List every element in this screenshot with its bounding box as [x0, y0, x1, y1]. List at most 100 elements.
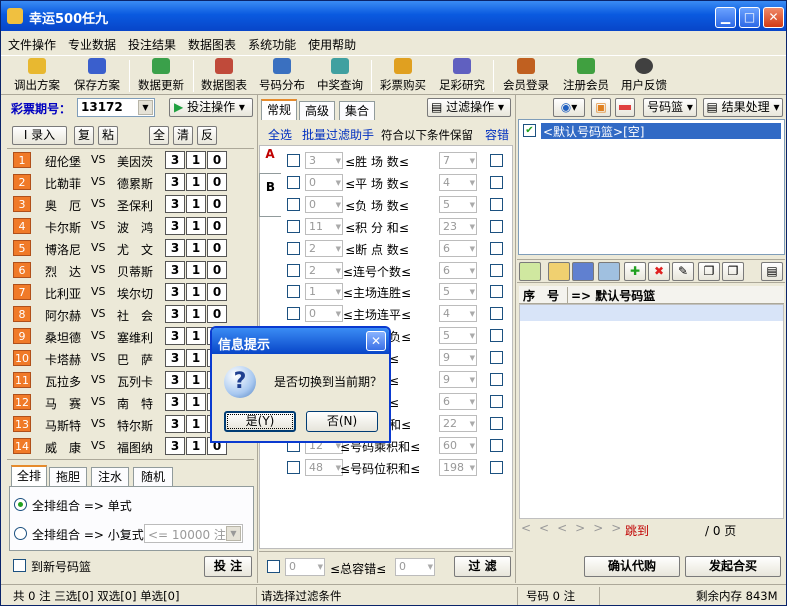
- filter-min-select[interactable]: 2: [305, 239, 343, 257]
- filter-max-select[interactable]: 60: [439, 436, 477, 454]
- fault-checkbox[interactable]: [490, 263, 503, 277]
- menu-help[interactable]: 使用帮助: [301, 32, 361, 53]
- fault-checkbox[interactable]: [490, 373, 503, 386]
- fault-checkbox[interactable]: [490, 285, 503, 299]
- radio-single[interactable]: [14, 498, 27, 511]
- paste-button[interactable]: 粘: [98, 126, 118, 145]
- filter-max-select[interactable]: 9: [439, 349, 477, 367]
- to-new-basket-checkbox[interactable]: [13, 559, 26, 572]
- small-multi-select[interactable]: <= 10000 注 ▼: [144, 524, 243, 543]
- filter-checkbox[interactable]: [287, 241, 300, 255]
- filter-min-select[interactable]: 1: [305, 283, 343, 301]
- bet-operation-button[interactable]: ▶ 投注操作 ▾: [169, 98, 253, 117]
- confirm-purchase-button[interactable]: 确认代购: [584, 556, 680, 577]
- invert-button[interactable]: 反: [197, 126, 217, 145]
- open-basket-button[interactable]: [548, 262, 570, 281]
- filter-checkbox[interactable]: [287, 285, 300, 299]
- choice-win[interactable]: 3: [165, 283, 185, 301]
- basket-icon-button[interactable]: ◉▾: [553, 98, 585, 117]
- choice-draw[interactable]: 1: [186, 195, 206, 213]
- add-button[interactable]: ✚: [624, 262, 646, 281]
- refresh-basket-button[interactable]: [598, 262, 620, 281]
- menu-results[interactable]: 投注结果: [121, 32, 181, 53]
- load-plan-button[interactable]: 调出方案: [9, 58, 65, 93]
- fault-checkbox[interactable]: [490, 219, 503, 233]
- filter-min-select[interactable]: 11: [305, 217, 343, 235]
- clear-button[interactable]: 清: [173, 126, 193, 145]
- choice-loss[interactable]: 0: [207, 195, 227, 213]
- choice-win[interactable]: 3: [165, 327, 185, 345]
- choice-loss[interactable]: 0: [207, 283, 227, 301]
- view-list-button[interactable]: ▤: [761, 262, 783, 281]
- tab-water[interactable]: 注水: [91, 467, 129, 486]
- filter-max-select[interactable]: 4: [439, 305, 477, 323]
- choice-win[interactable]: 3: [165, 305, 185, 323]
- new-basket-button[interactable]: ▣: [591, 98, 611, 117]
- filter-min-select[interactable]: 3: [305, 152, 343, 169]
- filter-max-select[interactable]: 4: [439, 173, 477, 191]
- fault-checkbox[interactable]: [490, 438, 503, 452]
- maximize-button[interactable]: □: [739, 7, 760, 28]
- fault-checkbox[interactable]: [490, 307, 503, 321]
- side-tab-a[interactable]: A: [259, 147, 281, 169]
- copy-button[interactable]: 复: [74, 126, 94, 145]
- filter-max-select[interactable]: 6: [439, 239, 477, 257]
- select-all-link[interactable]: 全选: [268, 126, 292, 143]
- fault-checkbox[interactable]: [490, 460, 503, 474]
- choice-loss[interactable]: 0: [207, 305, 227, 323]
- pager-nav[interactable]: <<<>>>: [521, 521, 629, 535]
- dialog-close-button[interactable]: ✕: [366, 331, 386, 351]
- fault-checkbox[interactable]: [490, 241, 503, 255]
- choice-win[interactable]: 3: [165, 437, 185, 455]
- filter-max-select[interactable]: 5: [439, 283, 477, 301]
- total-fault-checkbox[interactable]: [267, 560, 280, 573]
- basket-select-button[interactable]: 号码篮 ▾: [643, 98, 697, 117]
- filter-checkbox[interactable]: [287, 197, 300, 211]
- fault-checkbox[interactable]: [490, 175, 503, 189]
- filter-checkbox[interactable]: [287, 219, 300, 233]
- launch-joint-buy-button[interactable]: 发起合买: [685, 556, 781, 577]
- jump-to-label[interactable]: 跳到: [625, 522, 649, 539]
- select-all-button[interactable]: 全: [149, 126, 169, 145]
- filter-checkbox[interactable]: [287, 175, 300, 189]
- period-select[interactable]: 13172 ▼: [77, 98, 155, 117]
- tab-banker[interactable]: 拖胆: [49, 467, 87, 486]
- choice-loss[interactable]: 0: [207, 239, 227, 257]
- choice-draw[interactable]: 1: [186, 217, 206, 235]
- filter-checkbox[interactable]: [287, 460, 300, 474]
- filter-max-select[interactable]: 198: [439, 458, 477, 476]
- choice-draw[interactable]: 1: [186, 327, 206, 345]
- close-button[interactable]: ✕: [763, 7, 784, 28]
- choice-draw[interactable]: 1: [186, 173, 206, 191]
- filter-checkbox[interactable]: [287, 154, 300, 167]
- choice-draw[interactable]: 1: [186, 349, 206, 367]
- fault-checkbox[interactable]: [490, 154, 503, 167]
- tab-advanced[interactable]: 高级: [299, 101, 335, 120]
- bet-button[interactable]: 投 注: [204, 556, 252, 577]
- fault-checkbox[interactable]: [490, 351, 503, 365]
- menu-system[interactable]: 系统功能: [241, 32, 301, 53]
- choice-win[interactable]: 3: [165, 261, 185, 279]
- menu-file[interactable]: 文件操作: [1, 32, 61, 53]
- choice-win[interactable]: 3: [165, 217, 185, 235]
- copy-row-button[interactable]: ❐: [698, 262, 720, 281]
- filter-max-select[interactable]: 9: [439, 371, 477, 388]
- filter-min-select[interactable]: 0: [305, 305, 343, 323]
- choice-draw[interactable]: 1: [186, 239, 206, 257]
- choice-draw[interactable]: 1: [186, 151, 206, 169]
- choice-loss[interactable]: 0: [207, 151, 227, 169]
- tab-normal[interactable]: 常规: [261, 99, 297, 120]
- data-update-button[interactable]: 数据更新: [133, 58, 189, 93]
- batch-filter-link[interactable]: 批量过滤助手: [302, 126, 374, 143]
- filter-max-select[interactable]: 6: [439, 261, 477, 279]
- fault-checkbox[interactable]: [490, 197, 503, 211]
- menu-data[interactable]: 专业数据: [61, 32, 121, 53]
- filter-min-select[interactable]: 0: [305, 195, 343, 213]
- fault-checkbox[interactable]: [490, 416, 503, 430]
- choice-win[interactable]: 3: [165, 349, 185, 367]
- football-research-button[interactable]: 足彩研究: [435, 58, 489, 93]
- choice-win[interactable]: 3: [165, 151, 185, 169]
- dialog-yes-button[interactable]: 是(Y): [224, 411, 296, 432]
- radio-small-multi[interactable]: [14, 527, 27, 540]
- member-login-button[interactable]: 会员登录: [499, 58, 553, 93]
